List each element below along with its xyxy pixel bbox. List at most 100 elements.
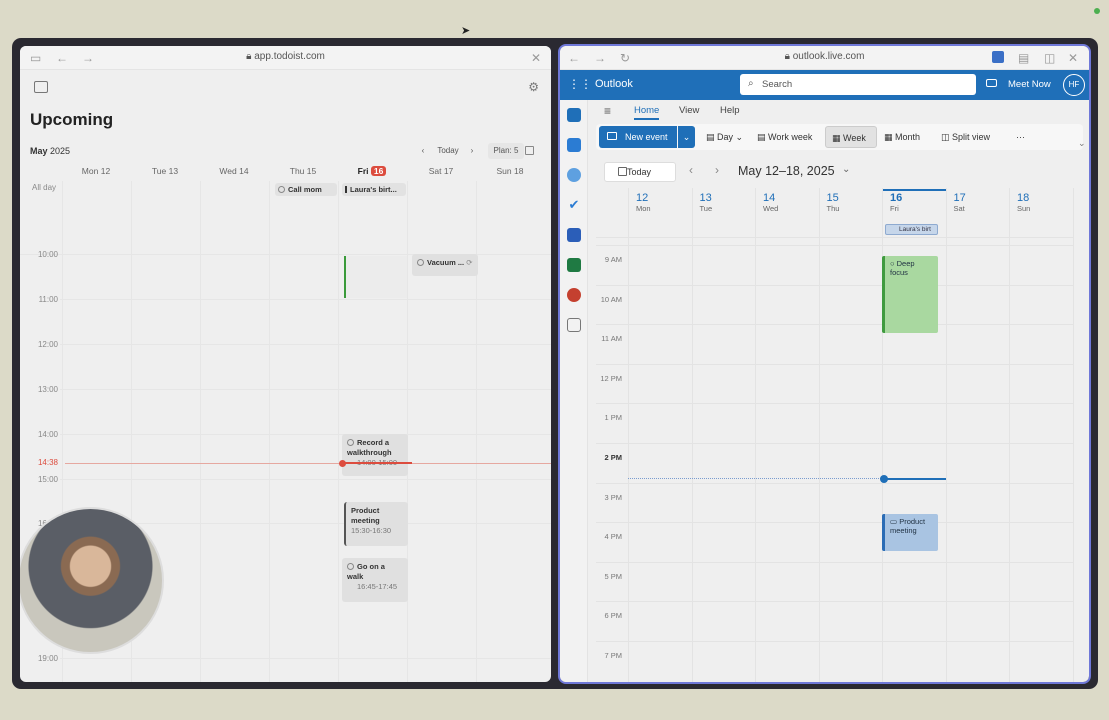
bulb-icon: ○ [890, 259, 895, 268]
reader-icon[interactable]: ▤ [1018, 51, 1029, 65]
all-day-label: All day [32, 183, 57, 192]
avatar[interactable]: HF [1063, 74, 1085, 96]
allday-event-laura-birthday[interactable]: Laura's birt [885, 224, 938, 235]
time-label: 9 AM [604, 255, 622, 264]
week-view-button[interactable]: ▦ Week [825, 126, 877, 148]
day-header-sat[interactable]: 17 Sat [946, 192, 1009, 213]
date-range[interactable]: May 12–18, 2025 [738, 164, 835, 178]
plan-button[interactable]: Plan: 5 [488, 143, 524, 159]
more-ribbon-button[interactable]: ··· [1016, 126, 1025, 148]
event-product-meeting[interactable]: ▭ Product meeting [882, 514, 938, 551]
word-icon[interactable] [567, 228, 581, 242]
task-product-meeting[interactable]: Product meeting 15:30-16:30 [344, 502, 408, 546]
work-week-button[interactable]: ▤ Work week [757, 126, 812, 148]
search-placeholder: Search [762, 79, 793, 90]
new-event-dropdown[interactable]: ⌄ [678, 126, 695, 148]
day-column-divider [755, 188, 756, 682]
allday-task-call-mom[interactable]: Call mom [275, 183, 337, 196]
lock-icon: 🔒︎ [246, 51, 252, 62]
day-column-divider [407, 181, 408, 682]
time-label: 7 PM [604, 651, 622, 660]
task-vacuum[interactable]: Vacuum ... ⟳ [412, 254, 478, 276]
url-text[interactable]: app.todoist.com [254, 51, 325, 62]
app-launcher-icon[interactable]: ⋮⋮ [568, 78, 592, 90]
task-go-on-walk[interactable]: Go on a walk 16:45-17:45 [342, 558, 408, 602]
day-view-button[interactable]: ▤ Day ⌄ [706, 126, 743, 148]
todoist-window: ▭ ← → 🔒︎ app.todoist.com ✕ ⚙ Upcoming Ma… [20, 46, 551, 682]
ribbon-collapse-icon[interactable]: ⌄ [1078, 138, 1086, 149]
more-apps-icon[interactable] [567, 318, 581, 332]
hour-gridline [596, 443, 1073, 444]
split-view-button[interactable]: ◫ Split view [941, 126, 990, 148]
current-time-dot [339, 460, 346, 467]
day-header-fri[interactable]: 16 Fri [882, 192, 945, 213]
range-chevron-icon[interactable]: ⌄ [842, 164, 850, 175]
hour-gridline [60, 434, 551, 435]
day-header-thu: Thu 15 [289, 166, 317, 176]
calendar-icon[interactable] [567, 138, 581, 152]
day-header-tue[interactable]: 13 Tue [692, 192, 755, 213]
panel-icon[interactable] [525, 146, 534, 155]
time-label: 4 PM [604, 532, 622, 542]
day-header-thu[interactable]: 15 Thu [819, 192, 882, 213]
settings-sliders-icon[interactable]: ⚙ [528, 80, 539, 94]
prev-week-button[interactable]: ‹ [417, 143, 429, 159]
day-column-divider [818, 188, 820, 682]
search-box[interactable]: ⌕ Search [740, 74, 976, 95]
day-header-mon[interactable]: 12 Mon [628, 192, 691, 213]
time-label: 14:00 [37, 430, 58, 439]
meet-now-button[interactable]: Meet Now [1008, 79, 1051, 90]
prev-week-icon[interactable]: ‹ [689, 163, 693, 177]
hour-gridline [596, 522, 1073, 524]
split-icon[interactable]: ◫ [1044, 51, 1055, 65]
hour-gridline [60, 479, 551, 480]
search-icon: ⌕ [748, 78, 754, 89]
tab-home[interactable]: Home [634, 105, 660, 120]
url-text[interactable]: outlook.live.com [793, 51, 865, 62]
day-header-sun[interactable]: 18 Sun [1009, 192, 1072, 213]
time-label: 11:00 [38, 295, 58, 304]
next-week-button[interactable]: › [466, 143, 478, 159]
today-button[interactable]: Today [604, 162, 676, 182]
hour-gridline [60, 658, 551, 659]
mail-icon[interactable] [567, 108, 581, 122]
page-title: Upcoming [30, 110, 114, 129]
time-label: 12:00 [37, 340, 58, 349]
hour-gridline [596, 482, 1073, 484]
powerpoint-icon[interactable] [567, 288, 581, 302]
lock-icon: 🔒︎ [784, 51, 790, 62]
extension-icon[interactable] [992, 51, 1004, 63]
hour-gridline [596, 561, 1073, 563]
people-icon[interactable] [567, 168, 581, 182]
event-block-green[interactable] [344, 256, 407, 298]
current-time-line-today [883, 478, 946, 480]
time-label: 13:00 [37, 385, 58, 394]
hour-gridline [596, 324, 1073, 326]
next-week-icon[interactable]: › [715, 163, 719, 177]
hour-gridline [596, 245, 1073, 246]
close-tab-icon[interactable]: ✕ [1068, 51, 1078, 65]
tab-view[interactable]: View [679, 105, 699, 116]
todo-icon[interactable]: ✔ [567, 198, 581, 212]
tab-help[interactable]: Help [720, 105, 740, 116]
event-deep-focus[interactable]: ○ Deep focus [882, 256, 938, 333]
task-record-walkthrough[interactable]: Record a walkthrough14:00-15:00 [342, 434, 408, 476]
status-dot [1094, 8, 1100, 14]
day-header-wed[interactable]: 14 Wed [755, 192, 818, 213]
day-header-sat: Sat 17 [428, 166, 454, 176]
allday-task-laura-birthday[interactable]: Laura's birt... [342, 183, 406, 196]
time-label: 10:00 [37, 250, 58, 259]
day-column-divider [691, 188, 693, 682]
sidebar-icon[interactable] [34, 81, 48, 93]
today-column-marker [883, 189, 946, 191]
day-column-divider [628, 188, 629, 682]
repeat-icon: ⟳ [466, 258, 473, 267]
new-event-icon [607, 132, 617, 140]
close-tab-icon[interactable]: ✕ [531, 51, 541, 65]
month-view-button[interactable]: ▦ Month [884, 126, 920, 148]
today-button[interactable]: Today [433, 143, 463, 159]
time-label: 2 PM [604, 453, 622, 462]
excel-icon[interactable] [567, 258, 581, 272]
current-time-line-today [342, 462, 412, 464]
menu-icon[interactable]: ≡ [604, 104, 611, 118]
